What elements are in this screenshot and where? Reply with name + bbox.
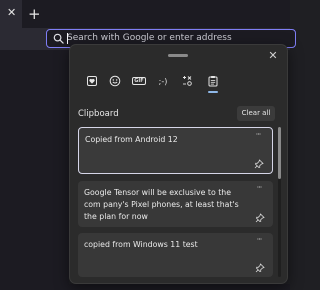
pin-icon[interactable] — [255, 263, 265, 273]
page-background — [0, 50, 69, 290]
clipboard-item[interactable]: Google Tensor will be exclusive to the c… — [78, 181, 273, 227]
heart-icon[interactable] — [82, 71, 102, 91]
clipboard-item-text: Google Tensor will be exclusive to the c… — [84, 188, 239, 221]
gif-label: GIF — [132, 77, 146, 85]
clear-all-button[interactable]: Clear all — [237, 106, 275, 121]
more-options-icon[interactable]: ··· — [253, 235, 265, 245]
gif-icon[interactable]: GIF — [129, 71, 149, 91]
more-options-icon[interactable]: ··· — [252, 130, 264, 140]
smiley-icon[interactable] — [105, 71, 125, 91]
page-background-bottom — [69, 284, 290, 290]
active-category-indicator — [208, 91, 218, 93]
tab-strip: ✕ + — [0, 0, 290, 28]
kaomoji-label: ;-) — [158, 76, 168, 86]
search-icon — [53, 33, 64, 44]
pin-icon[interactable] — [255, 213, 265, 223]
text-caret — [67, 33, 68, 44]
clipboard-icon[interactable] — [203, 71, 223, 91]
new-tab-button[interactable]: + — [28, 6, 41, 22]
scrollbar-thumb[interactable] — [278, 127, 281, 179]
kaomoji-icon[interactable]: ;-) — [153, 71, 173, 91]
symbols-icon[interactable] — [177, 71, 197, 91]
clipboard-panel: ✕ GIF ;-) Clipboard Clear all Copied fro… — [69, 44, 288, 284]
clipboard-item[interactable]: Copied from Android 12 ··· — [78, 127, 273, 174]
clipboard-item[interactable]: copied from Windows 11 test ··· — [78, 233, 273, 277]
pin-icon[interactable] — [254, 159, 264, 169]
clipboard-item-text: copied from Windows 11 test — [84, 240, 198, 249]
drag-handle[interactable] — [168, 54, 188, 57]
browser-tab[interactable]: ✕ — [0, 0, 22, 28]
close-tab-icon[interactable]: ✕ — [7, 6, 16, 20]
section-title: Clipboard — [78, 109, 119, 119]
more-options-icon[interactable]: ··· — [253, 183, 265, 193]
clipboard-item-text: Copied from Android 12 — [85, 135, 178, 144]
close-panel-button[interactable]: ✕ — [266, 49, 280, 63]
